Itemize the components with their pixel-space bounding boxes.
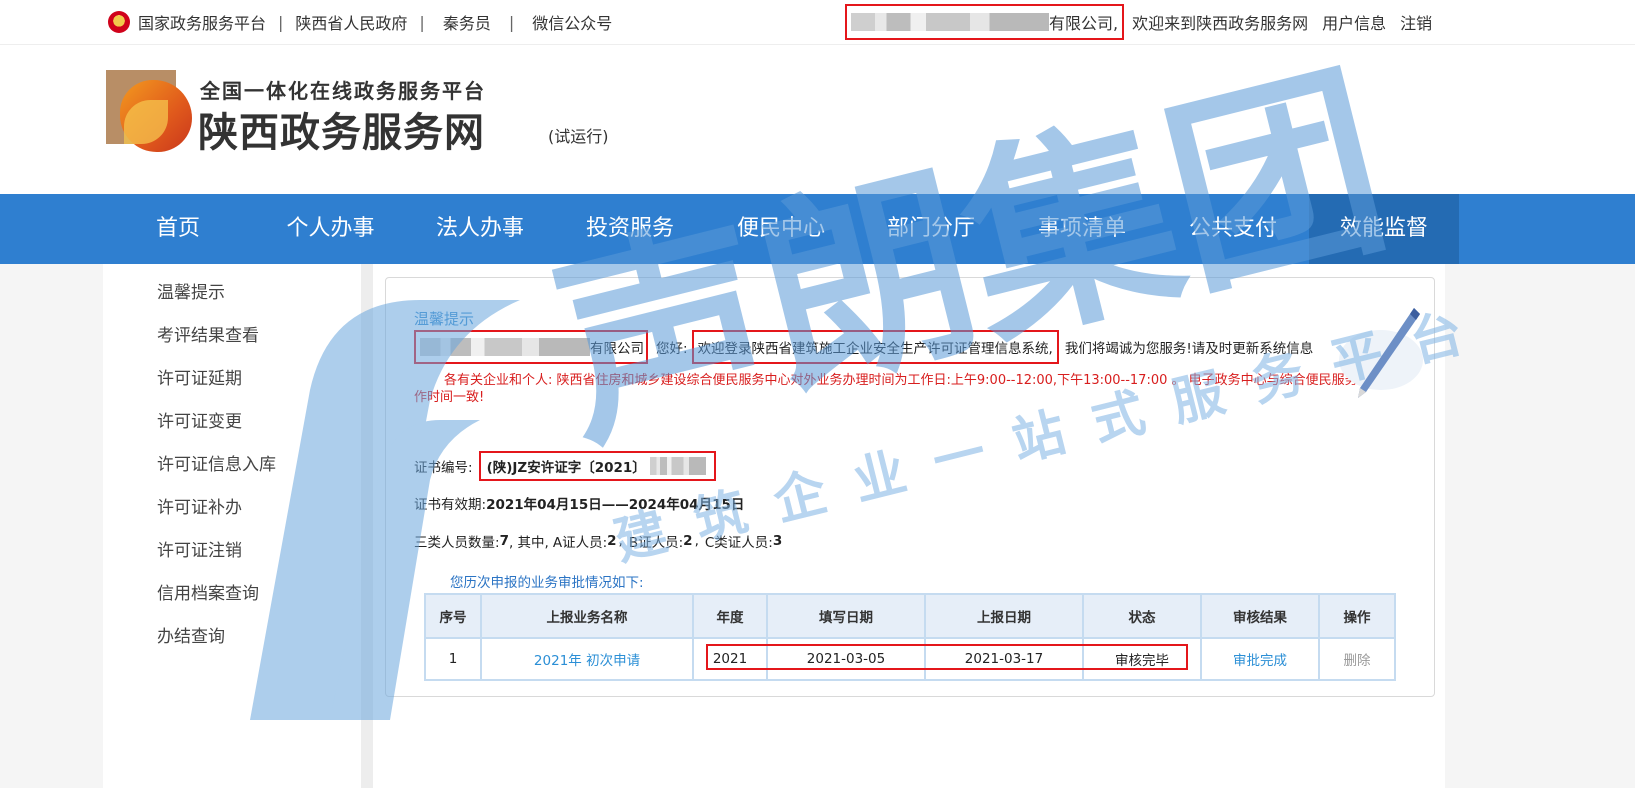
sidebar-item-credit-query[interactable]: 信用档案查询 — [157, 579, 259, 604]
greeting-company-highlight: 有限公司 — [414, 330, 648, 364]
validity-value: 2021年04月15日——2024年04月15日 — [486, 497, 745, 513]
nav-item-list[interactable]: 事项清单 — [1026, 194, 1138, 264]
greeting-hello: 您好: — [656, 341, 688, 357]
sidebar-item-tips[interactable]: 温馨提示 — [157, 278, 225, 303]
col-action: 操作 — [1318, 593, 1396, 639]
cell-year: 2021 — [692, 637, 768, 681]
user-info-link[interactable]: 用户信息 — [1322, 10, 1386, 34]
nav-legal-person[interactable]: 法人办事 — [424, 194, 536, 264]
company-suffix: 有限公司, — [1049, 14, 1119, 33]
link-qinwuyuan[interactable]: 秦务员 — [443, 10, 491, 34]
separator: | — [419, 12, 425, 32]
trial-label: (试运行) — [548, 127, 609, 146]
col-submit-date: 上报日期 — [924, 593, 1084, 639]
validity-label: 证书有效期: — [414, 497, 487, 513]
tips-title: 温馨提示 — [414, 310, 475, 328]
nav-departments[interactable]: 部门分厅 — [875, 194, 987, 264]
redacted-certificate-suffix — [649, 457, 706, 475]
col-year: 年度 — [692, 593, 768, 639]
nav-efficiency-supervision[interactable]: 效能监督 — [1309, 194, 1459, 264]
greeting-welcome-highlight: 欢迎登录陕西省建筑施工企业安全生产许可证管理信息系统, — [691, 330, 1059, 364]
cell-submit-date: 2021-03-17 — [924, 637, 1084, 681]
sidebar-item-completed-query[interactable]: 办结查询 — [157, 622, 225, 647]
greeting-line: 有限公司 您好: 欢迎登录陕西省建筑施工企业安全生产许可证管理信息系统, 我们将… — [414, 330, 1314, 364]
personnel-a-label: A证人员: — [552, 535, 608, 551]
site-header: 全国一体化在线政务服务平台 陕西政务服务网 (试运行) — [0, 45, 1635, 194]
certificate-number-label: 证书编号: — [414, 460, 473, 476]
personnel-c-label: C类证人员: — [704, 535, 773, 551]
office-hours-notice: 各有关企业和个人: 陕西省住房和城乡建设综合便民服务中心对外业务办理时间为工作日… — [414, 373, 1397, 405]
cell-fill-date: 2021-03-05 — [766, 637, 926, 681]
certificate-number-row: 证书编号: (陕)JZ安许证字〔2021〕 — [414, 451, 716, 481]
national-emblem-icon — [108, 11, 130, 33]
personnel-count-among: , 其中, — [508, 535, 549, 551]
pen-icon — [1339, 308, 1423, 398]
col-fill-date: 填写日期 — [766, 593, 926, 639]
table-row: 1 2021年 初次申请 2021 2021-03-05 2021-03-17 … — [424, 637, 1396, 681]
greeting-welcome: 欢迎登录陕西省建筑施工企业安全生产许可证管理信息系统, — [697, 341, 1053, 357]
user-area: 有限公司, 欢迎来到陕西政务服务网 用户信息 注销 — [845, 0, 1432, 44]
personnel-c-count: 3 — [772, 533, 783, 549]
link-national-platform[interactable]: 国家政务服务平台 — [138, 10, 266, 34]
redacted-company-name — [851, 13, 1049, 31]
col-index: 序号 — [424, 593, 482, 639]
col-review-result: 审核结果 — [1200, 593, 1320, 639]
nav-home[interactable]: 首页 — [128, 194, 228, 264]
personnel-b-count: 2 — [683, 533, 693, 549]
nav-personal[interactable]: 个人办事 — [273, 194, 388, 264]
sidebar-item-license-info-entry[interactable]: 许可证信息入库 — [157, 450, 276, 475]
cell-review-result-link[interactable]: 审批完成 — [1200, 637, 1320, 681]
cell-index: 1 — [424, 637, 482, 681]
personnel-count-row: 三类人员数量: 7 , 其中, A证人员: 2 , B证人员: 2 , C类证人… — [414, 533, 783, 551]
greeting-service: 我们将竭诚为您服务!请及时更新系统信息 — [1064, 341, 1314, 357]
separator: | — [278, 12, 284, 32]
welcome-text: 欢迎来到陕西政务服务网 — [1132, 14, 1309, 33]
top-links: 国家政务服务平台 | 陕西省人民政府 | 秦务员 | 微信公众号 — [108, 0, 612, 44]
certificate-number-value: (陕)JZ安许证字〔2021〕 — [486, 460, 646, 476]
sidebar-item-license-cancel[interactable]: 许可证注销 — [157, 536, 242, 561]
logo-site-name: 陕西政务服务网 — [198, 110, 485, 156]
greeting-company-suffix: 有限公司 — [590, 341, 644, 357]
sidebar: 温馨提示 考评结果查看 许可证延期 许可证变更 许可证信息入库 许可证补办 许可… — [103, 264, 373, 788]
link-wechat[interactable]: 微信公众号 — [532, 10, 612, 34]
nav-convenience[interactable]: 便民中心 — [725, 194, 837, 264]
personnel-count-label: 三类人员数量: — [414, 535, 500, 551]
col-status: 状态 — [1082, 593, 1202, 639]
sidebar-item-license-change[interactable]: 许可证变更 — [157, 407, 242, 432]
personnel-b-label: B证人员: — [628, 535, 684, 551]
sidebar-item-license-extension[interactable]: 许可证延期 — [157, 364, 242, 389]
main-nav: 首页 个人办事 法人办事 投资服务 便民中心 部门分厅 事项清单 公共支付 效能… — [0, 194, 1635, 264]
delete-button[interactable]: 删除 — [1318, 637, 1396, 681]
link-shaanxi-government[interactable]: 陕西省人民政府 — [295, 10, 407, 34]
site-logo-icon[interactable] — [106, 70, 192, 152]
top-bar: 国家政务服务平台 | 陕西省人民政府 | 秦务员 | 微信公众号 有限公司, 欢… — [0, 0, 1635, 45]
personnel-count-total: 7 — [499, 533, 509, 549]
personnel-a-count: 2 — [607, 533, 617, 549]
separator: | — [508, 12, 515, 32]
table-header-row: 序号 上报业务名称 年度 填写日期 上报日期 状态 审核结果 操作 — [424, 593, 1396, 639]
nav-public-payment[interactable]: 公共支付 — [1177, 194, 1289, 264]
col-business-name: 上报业务名称 — [480, 593, 694, 639]
sidebar-item-license-reissue[interactable]: 许可证补办 — [157, 493, 242, 518]
redacted-company-name — [420, 338, 590, 356]
validity-row: 证书有效期: 2021年04月15日——2024年04月15日 — [414, 493, 744, 513]
company-name-highlight: 有限公司, — [845, 4, 1125, 40]
cell-status: 审核完毕 — [1082, 637, 1202, 681]
logout-link[interactable]: 注销 — [1400, 10, 1432, 34]
history-table: 序号 上报业务名称 年度 填写日期 上报日期 状态 审核结果 操作 1 2021… — [424, 593, 1396, 681]
sidebar-item-evaluation[interactable]: 考评结果查看 — [157, 321, 259, 346]
history-label: 您历次申报的业务审批情况如下: — [450, 575, 644, 591]
certificate-number-highlight: (陕)JZ安许证字〔2021〕 — [478, 451, 716, 481]
nav-investment[interactable]: 投资服务 — [574, 194, 686, 264]
cell-business-name-link[interactable]: 2021年 初次申请 — [480, 637, 694, 681]
